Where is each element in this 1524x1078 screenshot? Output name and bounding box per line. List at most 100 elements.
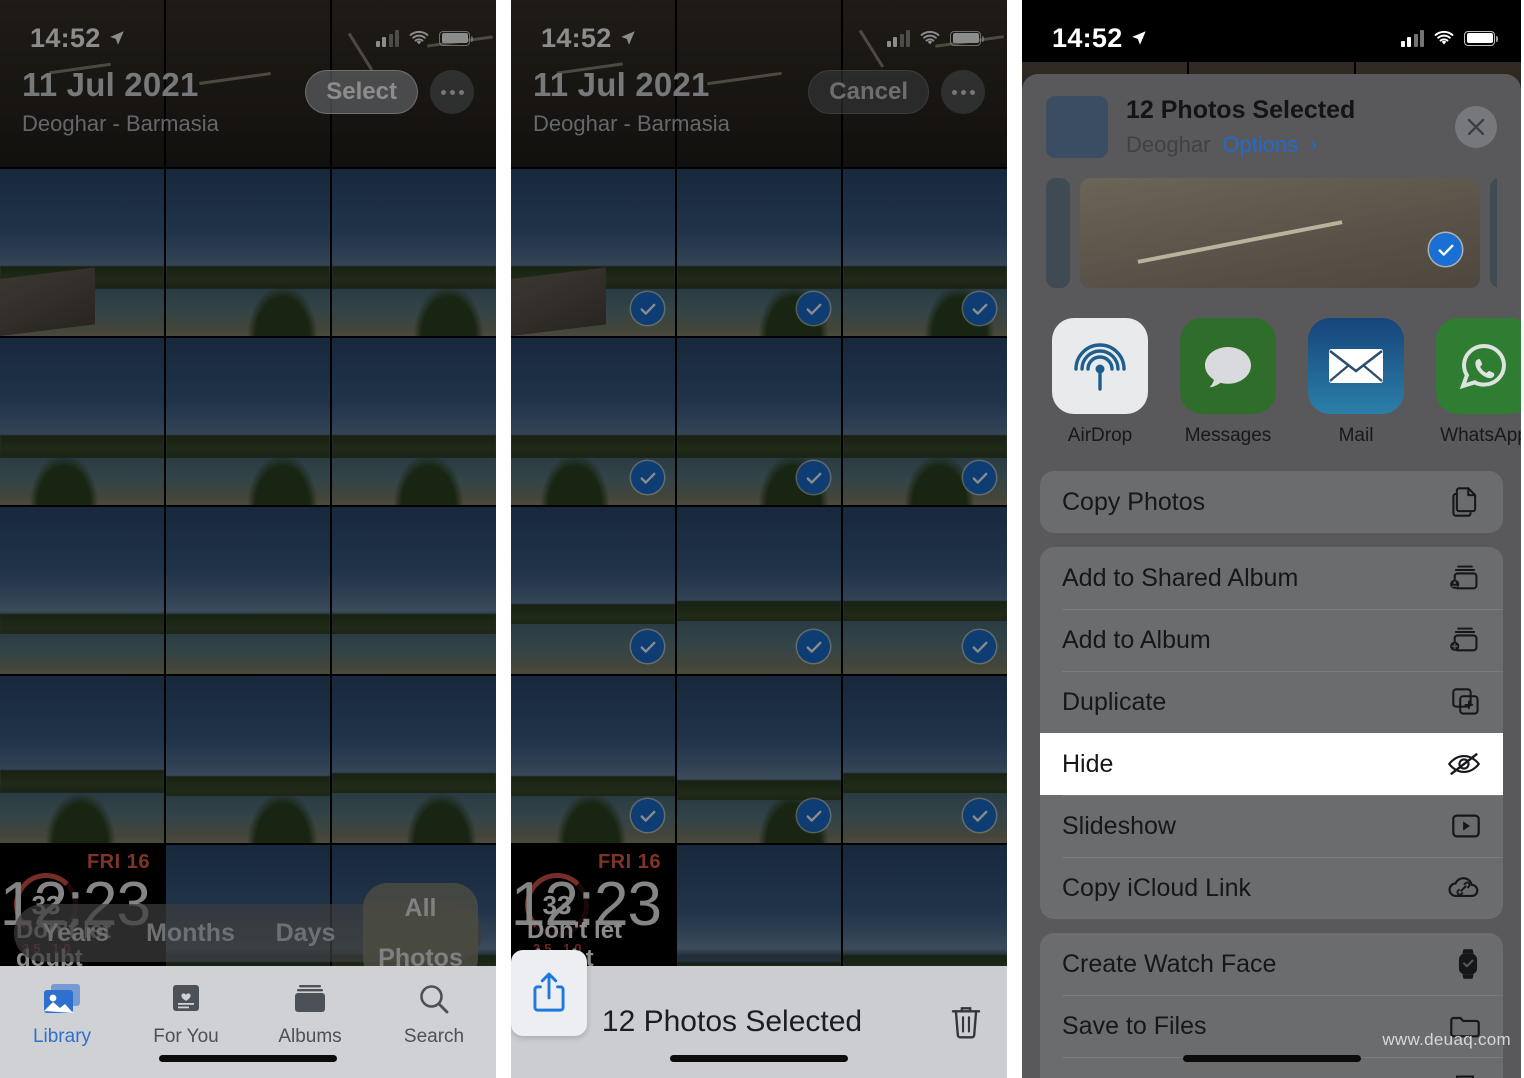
home-indicator: [159, 1055, 337, 1062]
selection-check-icon[interactable]: [797, 630, 830, 663]
share-action-add-to-shared-album[interactable]: Add to Shared Album: [1040, 547, 1503, 609]
segment-days[interactable]: Days: [248, 908, 363, 958]
share-options-button[interactable]: Options: [1222, 132, 1298, 158]
close-button[interactable]: [1455, 106, 1497, 148]
more-options-icon[interactable]: [941, 70, 985, 114]
photo-cell[interactable]: [0, 676, 164, 843]
photos-date: 11 Jul 2021: [533, 66, 710, 103]
share-app-row: AirDrop Messages Mail WhatsApp: [1022, 302, 1521, 457]
share-action-duplicate[interactable]: Duplicate: [1040, 671, 1503, 733]
preview-card-main[interactable]: [1080, 178, 1480, 288]
segment-months[interactable]: Months: [133, 908, 248, 958]
photo-cell-selected[interactable]: [511, 676, 675, 843]
preview-card[interactable]: [1046, 178, 1070, 288]
tab-for-you[interactable]: For You: [124, 978, 248, 1048]
messages-icon: [1180, 318, 1276, 414]
selection-check-icon[interactable]: [631, 292, 664, 325]
share-action-hide[interactable]: Hide: [1040, 733, 1503, 795]
photo-cell-selected[interactable]: [843, 507, 1007, 674]
photo-cell-selected[interactable]: [677, 507, 841, 674]
shared-album-icon: [1441, 563, 1481, 593]
row-label: Add to Shared Album: [1062, 563, 1299, 592]
share-action-add-to-album[interactable]: Add to Album: [1040, 609, 1503, 671]
tab-albums[interactable]: Albums: [248, 978, 372, 1048]
share-app-mail[interactable]: Mail: [1308, 318, 1404, 447]
photos-place: Deoghar - Barmasia: [22, 111, 219, 136]
share-app-label: WhatsApp: [1440, 425, 1521, 446]
share-action-copy-icloud-link[interactable]: Copy iCloud Link: [1040, 857, 1503, 919]
selection-check-icon[interactable]: [1429, 233, 1462, 266]
photo-cell-selected[interactable]: [511, 169, 675, 336]
share-app-airdrop[interactable]: AirDrop: [1052, 318, 1148, 447]
share-action-copy-photos[interactable]: Copy Photos: [1040, 471, 1503, 533]
preview-card[interactable]: [1490, 178, 1497, 288]
photo-cell-selected[interactable]: [511, 507, 675, 674]
photo-cell[interactable]: [332, 507, 496, 674]
wifi-icon: [409, 30, 429, 44]
selection-check-icon[interactable]: [631, 461, 664, 494]
share-sheet-header: 12 Photos Selected Deoghar Options ›: [1022, 74, 1521, 178]
tab-library[interactable]: Library: [0, 978, 124, 1048]
tab-search[interactable]: Search: [372, 978, 496, 1048]
cancel-button[interactable]: Cancel: [808, 70, 929, 114]
delete-button[interactable]: [929, 1003, 983, 1041]
row-label: Hide: [1062, 749, 1114, 778]
photo-cell[interactable]: [332, 338, 496, 505]
share-action-slideshow[interactable]: Slideshow: [1040, 795, 1503, 857]
share-action-create-watch-face[interactable]: Create Watch Face: [1040, 933, 1503, 995]
photo-cell-selected[interactable]: [843, 338, 1007, 505]
photo-cell[interactable]: [332, 676, 496, 843]
photo-cell[interactable]: [166, 169, 330, 336]
segment-years[interactable]: Years: [18, 908, 133, 958]
selection-check-icon[interactable]: [631, 630, 664, 663]
selection-check-icon[interactable]: [963, 799, 996, 832]
selection-check-icon[interactable]: [797, 461, 830, 494]
selection-check-icon[interactable]: [963, 292, 996, 325]
photo-cell[interactable]: [166, 676, 330, 843]
share-app-whatsapp[interactable]: WhatsApp: [1436, 318, 1521, 447]
selection-check-icon[interactable]: [963, 630, 996, 663]
phone-panel-share-sheet: 14:52 12 Photos Selected Deoghar Options…: [1022, 0, 1521, 1078]
photo-cell[interactable]: [166, 507, 330, 674]
selection-check-icon[interactable]: [797, 292, 830, 325]
photo-cell-selected[interactable]: [677, 676, 841, 843]
photo-cell-selected[interactable]: [511, 338, 675, 505]
battery-icon: [1464, 30, 1498, 46]
icloud-link-icon: [1441, 875, 1481, 901]
chevron-right-icon[interactable]: ›: [1310, 134, 1317, 157]
row-label: Slideshow: [1062, 811, 1176, 840]
photos-header-actions: Select: [305, 66, 474, 114]
photo-cell-selected[interactable]: [843, 676, 1007, 843]
share-app-label: AirDrop: [1067, 425, 1133, 446]
timeline-segmented-control[interactable]: Years Months Days All Photos: [14, 883, 482, 983]
share-preview-strip: [1046, 178, 1497, 288]
screenshot-stage: FRI 16 33 25 10 12:23 Don't let doubt ex…: [0, 0, 1524, 1078]
photos-header-actions: Cancel: [808, 66, 985, 114]
status-bar-indicators: [886, 29, 984, 47]
status-time: 14:52: [541, 22, 612, 53]
photo-cell-selected[interactable]: [677, 338, 841, 505]
status-bar-indicators: [375, 29, 473, 47]
tab-bar: Library For You Albums Search: [0, 966, 496, 1078]
selection-check-icon[interactable]: [631, 799, 664, 832]
photo-cell[interactable]: [332, 169, 496, 336]
selection-check-icon[interactable]: [797, 799, 830, 832]
more-options-icon[interactable]: [430, 70, 474, 114]
share-button[interactable]: [511, 950, 587, 1036]
location-arrow-icon: [620, 31, 635, 45]
photo-cell[interactable]: [166, 338, 330, 505]
watch-icon: [1441, 947, 1481, 981]
phone-panel-library: FRI 16 33 25 10 12:23 Don't let doubt ex…: [0, 0, 496, 1078]
selection-check-icon[interactable]: [963, 461, 996, 494]
share-app-messages[interactable]: Messages: [1180, 318, 1276, 447]
photo-cell-selected[interactable]: [843, 169, 1007, 336]
share-sheet-subtitle-row: Deoghar Options ›: [1126, 132, 1355, 158]
status-bar-indicators: [1400, 29, 1498, 47]
photo-cell[interactable]: [0, 169, 164, 336]
photo-cell-selected[interactable]: [677, 169, 841, 336]
photo-cell[interactable]: [0, 338, 164, 505]
close-icon: [1467, 118, 1485, 136]
copy-icon: [1441, 486, 1481, 518]
photo-cell[interactable]: [0, 507, 164, 674]
select-button[interactable]: Select: [305, 70, 418, 114]
